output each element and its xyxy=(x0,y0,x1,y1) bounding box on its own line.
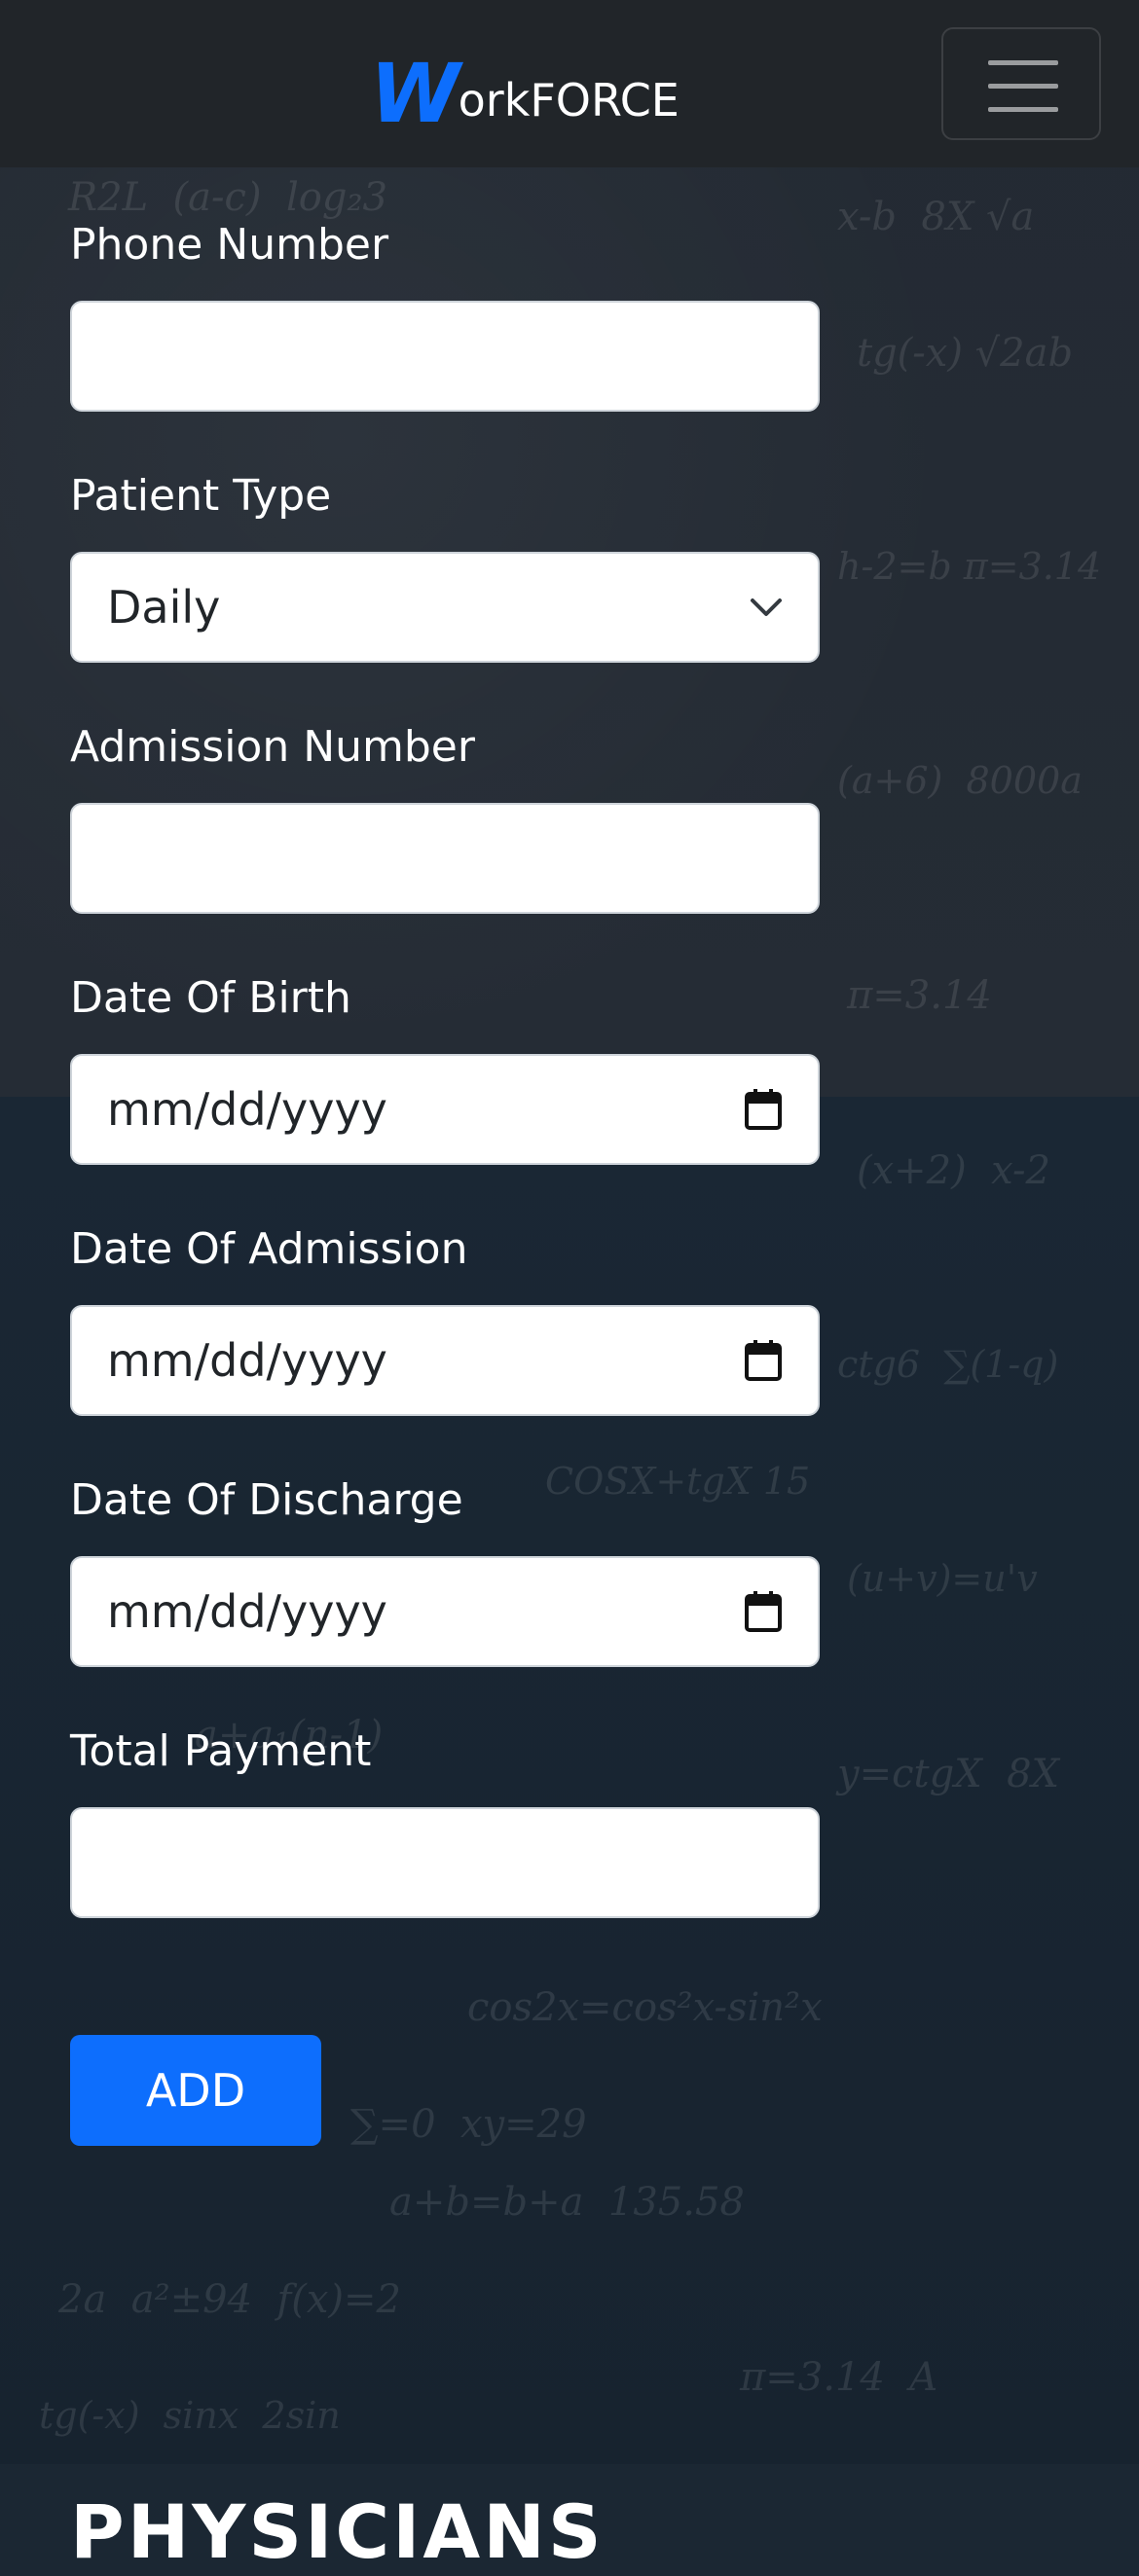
date-of-birth-label: Date Of Birth xyxy=(70,973,351,1023)
calendar-icon[interactable] xyxy=(744,1339,783,1382)
top-navbar: W orkFORCE xyxy=(0,0,1139,167)
date-of-discharge-label: Date Of Discharge xyxy=(70,1475,463,1525)
admission-number-label: Admission Number xyxy=(70,722,475,772)
phone-number-input[interactable] xyxy=(70,301,820,412)
brand-logo[interactable]: W orkFORCE xyxy=(370,47,680,134)
navbar-toggle-button[interactable] xyxy=(941,27,1101,140)
total-payment-input[interactable] xyxy=(70,1807,820,1918)
date-of-discharge-placeholder: mm/dd/yyyy xyxy=(107,1585,387,1638)
date-of-admission-placeholder: mm/dd/yyyy xyxy=(107,1334,387,1387)
brand-name: orkFORCE xyxy=(458,74,680,127)
date-of-birth-placeholder: mm/dd/yyyy xyxy=(107,1083,387,1136)
patient-type-label: Patient Type xyxy=(70,471,332,521)
date-of-admission-input[interactable]: mm/dd/yyyy xyxy=(70,1305,820,1416)
chevron-down-icon xyxy=(751,599,782,616)
patient-type-value: Daily xyxy=(107,581,221,634)
date-of-admission-label: Date Of Admission xyxy=(70,1224,468,1274)
calendar-icon[interactable] xyxy=(744,1590,783,1633)
phone-number-label: Phone Number xyxy=(70,220,389,270)
date-of-discharge-input[interactable]: mm/dd/yyyy xyxy=(70,1556,820,1667)
brand-initial: W xyxy=(370,46,460,141)
physicians-section-title: PHYSICIANS xyxy=(70,2488,605,2576)
admission-number-input[interactable] xyxy=(70,803,820,914)
add-button[interactable]: ADD xyxy=(70,2035,321,2146)
patient-type-select[interactable]: Daily xyxy=(70,552,820,663)
date-of-birth-input[interactable]: mm/dd/yyyy xyxy=(70,1054,820,1165)
total-payment-label: Total Payment xyxy=(70,1726,372,1776)
calendar-icon[interactable] xyxy=(744,1088,783,1131)
